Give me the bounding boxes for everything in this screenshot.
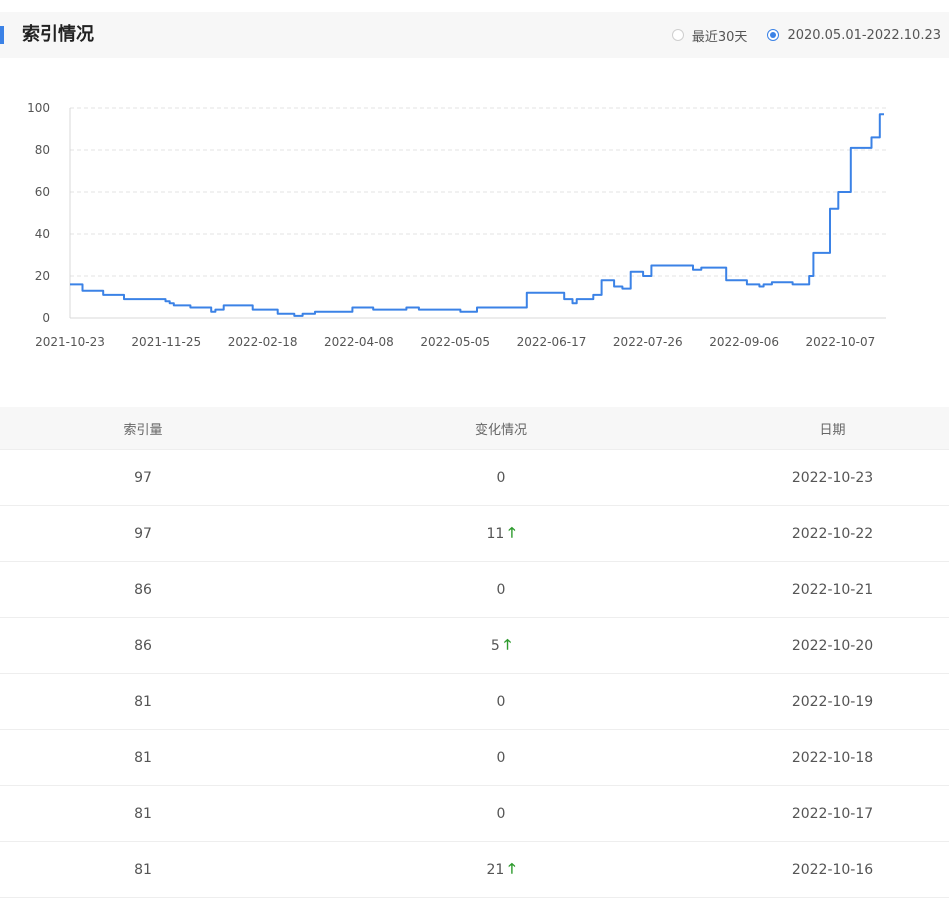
date-range-selector: 最近30天 2020.05.01-2022.10.23 — [671, 12, 941, 58]
y-tick-label: 80 — [35, 143, 50, 157]
cell-change: 21 🡑 — [286, 858, 716, 882]
series-line — [70, 113, 884, 317]
y-tick-label: 60 — [35, 185, 50, 199]
index-table: 索引量 变化情况 日期 97 0 2022-10-23 97 11 🡑 2022-10-22… — [0, 407, 949, 898]
cell-index: 86 — [134, 581, 152, 598]
change-value: 0 — [496, 749, 506, 766]
table-header-row: 索引量 变化情况 日期 — [0, 407, 949, 450]
cell-index: 81 — [134, 693, 152, 710]
cell-index: 97 — [134, 469, 152, 486]
x-tick-label: 2022-07-26 — [613, 335, 683, 349]
change-value: 0 — [496, 805, 506, 822]
table-row: 81 0 2022-10-17 — [0, 786, 949, 842]
table-row: 97 11 🡑 2022-10-22 — [0, 506, 949, 562]
x-tick-label: 2022-05-05 — [420, 335, 490, 349]
cell-date: 2022-10-22 — [791, 525, 874, 542]
cell-change: 11 🡑 — [286, 522, 716, 546]
change-value: 0 — [496, 581, 506, 598]
cell-change: 0 — [286, 582, 716, 598]
y-tick-label: 40 — [35, 227, 50, 241]
column-header-change: 变化情况 — [474, 422, 527, 438]
range-option-custom[interactable]: 2020.05.01-2022.10.23 — [767, 28, 941, 43]
cell-change: 0 — [286, 470, 716, 486]
cell-change: 0 — [286, 806, 716, 822]
range-option-last-30-days[interactable]: 最近30天 — [671, 26, 748, 45]
cell-change: 0 — [286, 694, 716, 710]
cell-date: 2022-10-20 — [791, 637, 874, 654]
cell-change: 5 🡑 — [286, 634, 716, 658]
x-tick-label: 2022-04-08 — [324, 335, 394, 349]
change-value: 21 — [486, 861, 505, 878]
cell-date: 2022-10-23 — [791, 469, 874, 486]
arrow-up-icon: 🡑 — [508, 860, 516, 877]
y-tick-label: 0 — [42, 311, 50, 325]
table-row: 81 0 2022-10-19 — [0, 674, 949, 730]
change-value: 0 — [496, 469, 506, 486]
y-tick-label: 20 — [35, 269, 50, 283]
cell-date: 2022-10-16 — [791, 861, 874, 878]
range-option-label: 2020.05.01-2022.10.23 — [787, 27, 941, 43]
table-row: 86 0 2022-10-21 — [0, 562, 949, 618]
x-tick-label: 2022-02-18 — [228, 335, 298, 349]
radio-unchecked-icon[interactable] — [671, 29, 684, 41]
cell-index: 81 — [134, 805, 152, 822]
cell-date: 2022-10-18 — [791, 749, 874, 766]
cell-index: 81 — [134, 749, 152, 766]
x-tick-label: 2022-10-07 — [806, 335, 876, 349]
index-trend-chart: 0 20 40 60 80 100 2021-10-23 2021-11-25 2022-02-… — [0, 90, 949, 360]
column-header-index: 索引量 — [123, 422, 163, 438]
cell-index: 97 — [134, 525, 152, 542]
column-header-date: 日期 — [819, 422, 846, 438]
x-tick-label: 2021-11-25 — [131, 335, 201, 349]
x-tick-label: 2022-09-06 — [709, 335, 779, 349]
section-title: 索引情况 — [22, 24, 94, 45]
table-row: 86 5 🡑 2022-10-20 — [0, 618, 949, 674]
change-value: 5 — [490, 637, 500, 654]
section-header: 索引情况 最近30天 2020.05.01-2022.10.23 — [0, 12, 949, 58]
radio-checked-icon[interactable] — [767, 29, 780, 41]
cell-date: 2022-10-21 — [791, 581, 874, 598]
x-tick-label: 2022-06-17 — [517, 335, 587, 349]
table-row: 81 0 2022-10-18 — [0, 730, 949, 786]
cell-date: 2022-10-17 — [791, 805, 874, 822]
change-value: 11 — [486, 525, 505, 542]
arrow-up-icon: 🡑 — [508, 524, 516, 541]
arrow-up-icon: 🡑 — [503, 636, 512, 653]
y-tick-label: 100 — [27, 101, 50, 115]
x-tick-label: 2021-10-23 — [35, 335, 105, 349]
range-option-label: 最近30天 — [691, 29, 748, 45]
title-accent-bar — [0, 26, 4, 44]
cell-date: 2022-10-19 — [791, 693, 874, 710]
cell-index: 81 — [134, 861, 152, 878]
cell-change: 0 — [286, 750, 716, 766]
change-value: 0 — [496, 693, 506, 710]
table-row: 81 21 🡑 2022-10-16 — [0, 842, 949, 898]
cell-index: 86 — [134, 637, 152, 654]
table-row: 97 0 2022-10-23 — [0, 450, 949, 506]
line-chart-svg: 0 20 40 60 80 100 2021-10-23 2021-11-25 2022-02-… — [27, 101, 886, 349]
